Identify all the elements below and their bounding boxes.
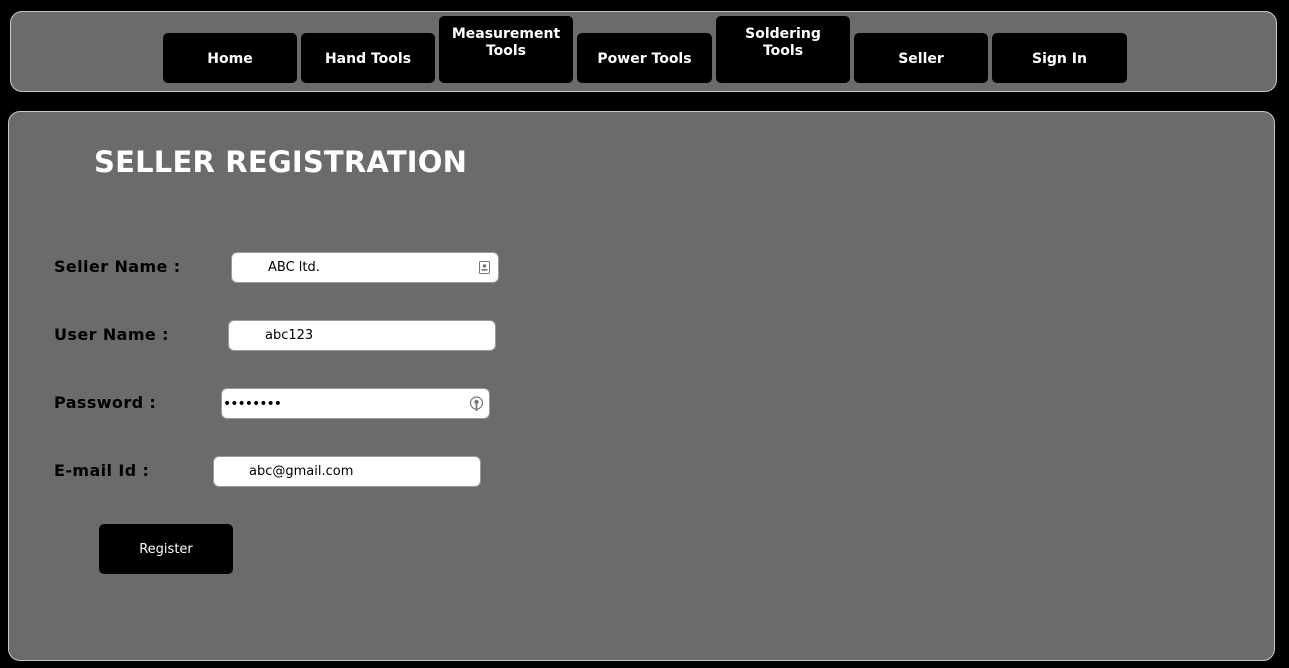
nav-seller[interactable]: Seller (854, 33, 988, 83)
nav-power-tools[interactable]: Power Tools (577, 33, 712, 83)
page-title: SELLER REGISTRATION (94, 145, 468, 179)
email-field[interactable] (213, 456, 481, 487)
user-name-label: User Name : (54, 325, 169, 344)
contact-card-icon[interactable] (477, 260, 491, 275)
nav-measurement-tools[interactable]: Measurement Tools (439, 16, 573, 83)
nav-measurement-tools-label: Measurement Tools (451, 26, 561, 59)
nav-power-tools-label: Power Tools (597, 50, 692, 67)
seller-name-label: Seller Name : (54, 257, 181, 276)
password-input[interactable] (223, 389, 463, 418)
email-input[interactable] (249, 457, 470, 486)
nav-soldering-tools-label: Soldering Tools (745, 26, 821, 59)
register-button[interactable]: Register (99, 524, 233, 574)
nav-hand-tools[interactable]: Hand Tools (301, 33, 435, 83)
registration-panel (8, 111, 1275, 661)
nav-hand-tools-label: Hand Tools (324, 50, 412, 67)
password-field[interactable] (221, 388, 490, 419)
seller-name-input[interactable] (268, 253, 472, 282)
nav-soldering-tools[interactable]: Soldering Tools (716, 16, 850, 83)
password-label: Password : (54, 393, 157, 412)
nav-sign-in[interactable]: Sign In (992, 33, 1127, 83)
user-name-field[interactable] (228, 320, 496, 351)
nav-seller-label: Seller (898, 50, 944, 67)
email-label: E-mail Id : (54, 461, 150, 480)
user-name-input[interactable] (265, 321, 485, 350)
nav-sign-in-label: Sign In (1032, 50, 1087, 67)
nav-home-label: Home (207, 50, 253, 67)
nav-home[interactable]: Home (163, 33, 297, 83)
seller-name-field[interactable] (231, 252, 499, 283)
password-key-icon[interactable] (468, 395, 484, 412)
